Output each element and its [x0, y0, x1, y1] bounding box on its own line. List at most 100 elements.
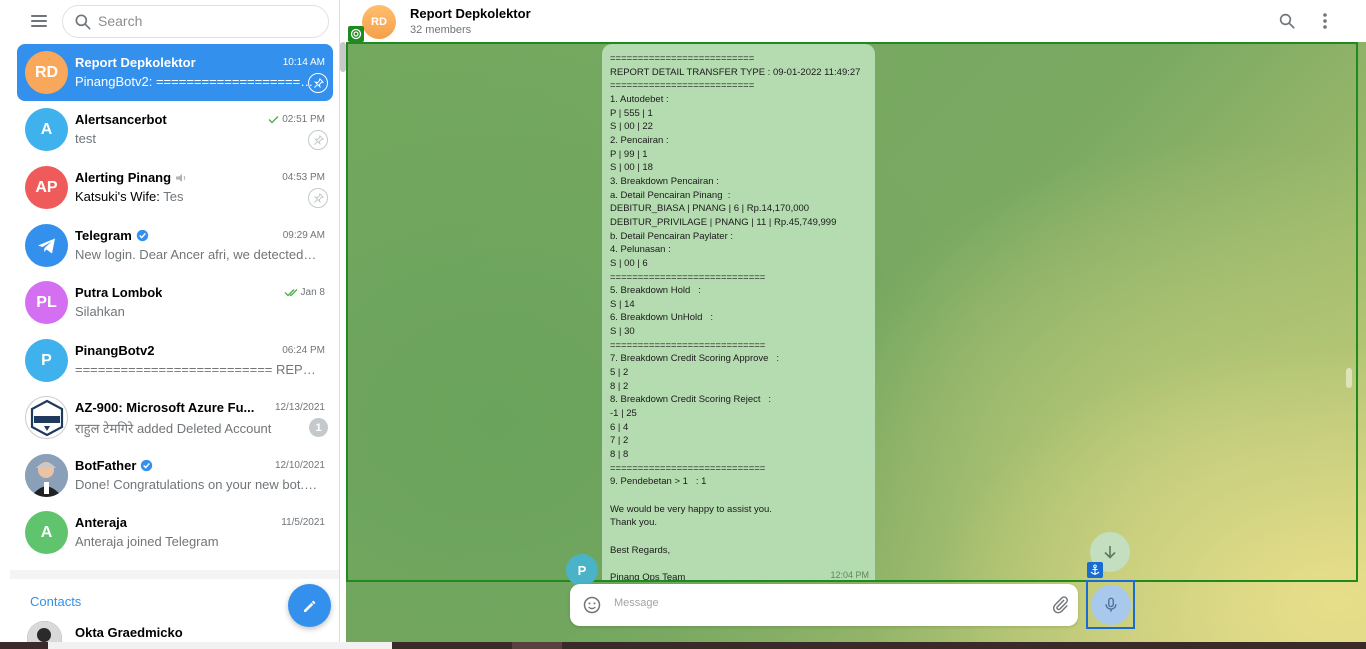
preview-text: राहुल टेमगिरे added Deleted Account: [75, 421, 272, 436]
message-composer: [570, 584, 1078, 626]
chat-time-text: 04:53 PM: [282, 172, 325, 183]
chat-name-text: AZ-900: Microsoft Azure Fu...: [75, 400, 255, 415]
preview-text: New login. Dear Ancer afri, we detected …: [75, 247, 319, 262]
avatar[interactable]: [27, 621, 62, 642]
chat-preview: Anteraja joined Telegram: [75, 534, 319, 549]
chat-time-text: 06:24 PM: [282, 345, 325, 356]
chat-name-text: Report Depkolektor: [75, 55, 196, 70]
chat-name-text: Telegram: [75, 228, 132, 243]
chat-list-item[interactable]: AP Alerting Pinang 04:53 PM Katsuki's Wife:…: [17, 159, 333, 216]
chat-list-item[interactable]: RD Report Depkolektor 10:14 AM PinangBotv2:…: [17, 44, 333, 101]
microphone-button[interactable]: [1091, 585, 1131, 625]
chat-list-panel: RD Report Depkolektor 10:14 AM PinangBotv2:…: [10, 0, 340, 642]
avatar[interactable]: P: [566, 554, 598, 586]
message-time: 12:04 PM: [830, 570, 869, 580]
preview-text: ========================== REPORT DETAIL: [75, 362, 319, 377]
chat-name: Alerting Pinang: [75, 170, 187, 185]
chat-name: BotFather: [75, 458, 153, 473]
preview-text: PinangBotv2: ==========================: [75, 74, 319, 89]
chat-preview: Katsuki's Wife: Tes: [75, 189, 319, 204]
message-line: 8 | 8: [610, 449, 629, 461]
chat-list-item[interactable]: PL Putra Lombok Jan 8 Silahkan: [17, 274, 333, 331]
telegram-icon: [37, 238, 55, 253]
paperclip-icon[interactable]: [1050, 595, 1070, 615]
avatar: [25, 224, 68, 267]
message-line: 5. Breakdown Hold :: [610, 285, 701, 297]
preview-text: Silahkan: [75, 304, 125, 319]
search-box[interactable]: [62, 5, 329, 38]
chat-time: 04:53 PM: [282, 172, 325, 183]
mic-highlight: [1086, 580, 1135, 629]
preview-text: Anteraja joined Telegram: [75, 534, 219, 549]
message-line: DEBITUR_BIASA | PNANG | 6 | Rp.14,170,00…: [610, 203, 810, 215]
chat-list-item[interactable]: BotFather 12/10/2021 Done! Congratulations…: [17, 447, 333, 504]
taskbar: [0, 642, 1366, 649]
message-line: ============================: [610, 271, 766, 283]
chat-time-text: 12/10/2021: [274, 460, 325, 471]
target-icon: [348, 26, 364, 42]
chat-time-text: 10:14 AM: [282, 57, 325, 68]
search-icon[interactable]: [1278, 12, 1296, 30]
chat-header[interactable]: RD Report Depkolektor 32 members: [346, 0, 1366, 42]
chat-time: 02:51 PM: [268, 114, 325, 125]
chat-time: 11/5/2021: [281, 517, 325, 528]
contact-name[interactable]: Okta Graedmicko: [75, 625, 183, 640]
message-line: a. Detail Pencairan Pinang :: [610, 189, 731, 201]
chat-name: Putra Lombok: [75, 285, 162, 300]
chat-name: Telegram: [75, 228, 149, 243]
chat-list-item[interactable]: Telegram 09:29 AM New login. Dear Ancer af…: [17, 217, 333, 274]
chat-name: Anteraja: [75, 515, 127, 530]
compose-button[interactable]: [288, 584, 331, 627]
arrow-down-icon: [1104, 546, 1116, 559]
chat-name-text: BotFather: [75, 458, 137, 473]
chat-name: Report Depkolektor: [75, 55, 196, 70]
message-line: 8. Breakdown Credit Scoring Reject :: [610, 394, 772, 406]
message-bubble[interactable]: ========================== REPORT DETAIL …: [602, 44, 875, 580]
message-line: 7 | 2: [610, 435, 629, 447]
avatar: [25, 396, 68, 439]
message-line: 5 | 2: [610, 367, 629, 379]
chat-time: 09:29 AM: [283, 230, 325, 241]
chat-list-item[interactable]: P PinangBotv2 06:24 PM ====================…: [17, 332, 333, 389]
more-icon[interactable]: [1320, 12, 1330, 30]
message-line: -1 | 25: [610, 408, 637, 420]
message-line: Thank you.: [610, 517, 657, 529]
message-line: 3. Breakdown Pencairan :: [610, 175, 719, 187]
avatar: PL: [25, 281, 68, 324]
chat-name: PinangBotv2: [75, 343, 154, 358]
chat-time: 06:24 PM: [282, 345, 325, 356]
message-line: 6. Breakdown UnHold :: [610, 312, 713, 324]
check-icon: [268, 116, 279, 124]
chat-preview: Silahkan: [75, 304, 319, 319]
chat-time: 12/13/2021: [275, 402, 325, 413]
chat-title[interactable]: Report Depkolektor: [410, 6, 531, 21]
chat-preview: राहुल टेमगिरे added Deleted Account: [75, 419, 319, 437]
preview-text: test: [75, 131, 96, 146]
search-input[interactable]: [98, 13, 318, 29]
message-line: 1. Autodebet :: [610, 93, 669, 105]
chat-list-item[interactable]: A Anteraja 11/5/2021 Anteraja joined Telegr…: [17, 504, 333, 561]
chat-name: AZ-900: Microsoft Azure Fu...: [75, 400, 255, 415]
chat-scrollbar[interactable]: [1346, 368, 1352, 388]
menu-icon[interactable]: [29, 13, 49, 29]
message-line: S | 00 | 6: [610, 257, 648, 269]
chat-time: 12/10/2021: [275, 460, 325, 471]
chat-name-text: Alerting Pinang: [75, 170, 172, 185]
message-text: ========================== REPORT DETAIL …: [610, 52, 875, 580]
pin-icon: [308, 73, 328, 93]
avatar: P: [25, 339, 68, 382]
contacts-title[interactable]: Contacts: [30, 594, 81, 609]
emoji-icon[interactable]: [582, 595, 602, 615]
chat-list-item[interactable]: AZ-900: Microsoft Azure Fu... 12/13/2021 र…: [17, 389, 333, 446]
verified-icon: [136, 229, 149, 242]
pin-icon: [308, 188, 328, 208]
chat-list-item[interactable]: A Alertsancerbot 02:51 PM test: [17, 101, 333, 158]
message-line: 7. Breakdown Credit Scoring Approve :: [610, 353, 779, 365]
message-line: 8 | 2: [610, 380, 629, 392]
chat-time: Jan 8: [284, 287, 325, 298]
chat-time-text: 02:51 PM: [282, 114, 325, 125]
microphone-icon: [1105, 597, 1117, 612]
avatar[interactable]: RD: [362, 5, 396, 39]
message-line: S | 00 | 18: [610, 162, 653, 174]
message-input[interactable]: [614, 597, 1034, 609]
